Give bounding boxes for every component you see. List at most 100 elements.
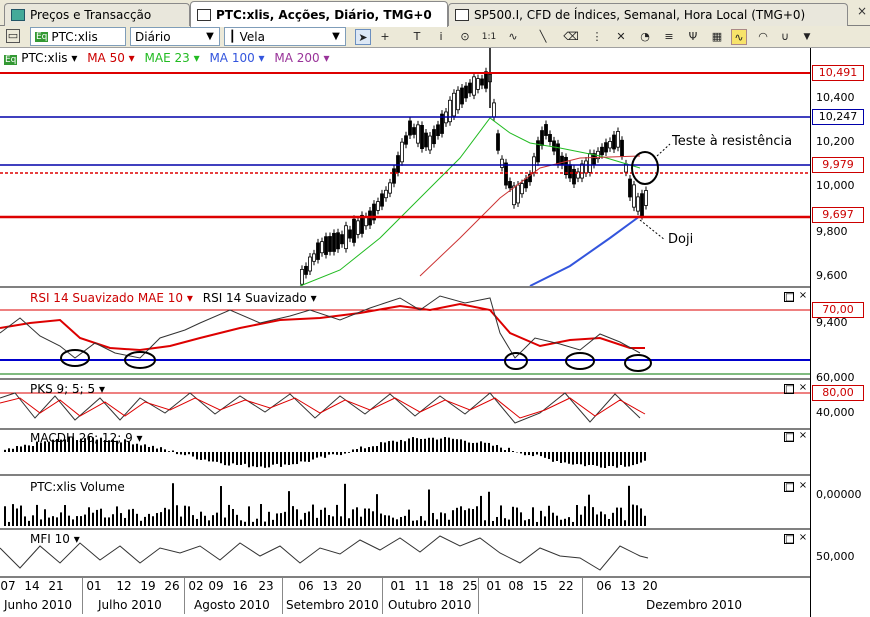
legend-symbol[interactable]: PTC:xlis [21,51,67,65]
symbol-selector[interactable]: Eq PTC:xlis [30,27,126,46]
line-tool-icon[interactable]: ╲ [535,29,551,45]
period-value: Diário [135,29,171,44]
volume-bar [364,508,366,526]
month-divider [184,578,185,614]
volume-bar [300,519,302,526]
legend-macd[interactable]: MACDH 26; 12; 9 [30,431,133,445]
cursor-icon[interactable]: ➤ [355,29,371,45]
one-to-one-icon[interactable]: 1:1 [481,29,497,45]
text-tool-icon[interactable]: T [409,29,425,45]
maximize-panel-icon[interactable]: □ [784,384,794,395]
volume-bar [344,483,346,526]
candle [316,238,320,264]
equity-icon: Eq [35,31,49,42]
wave-icon[interactable]: ◠ [755,29,771,45]
close-panel-icon[interactable]: × [798,383,808,393]
close-panel-icon[interactable]: × [798,533,808,543]
macd-bar [452,438,454,452]
macd-bar [32,446,34,452]
y-axis-column[interactable] [810,48,870,617]
tab-ptc-chart[interactable]: PTC:xlis, Acções, Diário, TMG+0 [190,1,448,27]
volume-bar [528,519,530,526]
maximize-panel-icon[interactable]: □ [784,292,794,303]
volume-bar [16,508,18,526]
candle [420,121,424,153]
magnet-icon[interactable]: ∪ [777,29,793,45]
macd-bar [148,446,150,452]
tab-precos-transaccao[interactable]: Preços e Transacção [4,3,190,26]
eraser-icon[interactable]: ⌫ [563,29,579,45]
volume-bar [500,505,502,526]
macd-bar [132,444,134,452]
macd-bar [444,437,446,452]
pitchfork-icon[interactable]: Ψ [685,29,701,45]
chart-style-select[interactable]: ┃ Vela ▼ [224,27,346,46]
close-window-icon[interactable]: × [856,4,868,20]
panel-divider[interactable] [0,378,810,380]
macd-bar [344,452,346,454]
legend-mae23[interactable]: MAE 23 [145,51,190,65]
volume-bar [636,505,638,526]
volume-bar [504,518,506,526]
macd-bar [368,447,370,452]
panel-divider[interactable] [0,528,810,530]
volume-bar [224,517,226,526]
period-select[interactable]: Diário ▼ [130,27,220,46]
equity-icon: Eq [4,55,18,65]
macd-bar [296,452,298,465]
legend-mfi[interactable]: MFI 10 [30,532,70,546]
macd-bar [220,452,222,464]
legend-volume[interactable]: PTC:xlis Volume [30,480,125,494]
legend-rsi[interactable]: RSI 14 Suavizado [203,291,307,305]
close-panel-icon[interactable]: × [798,481,808,491]
volume-bar [384,515,386,526]
info-icon[interactable]: i [433,29,449,45]
panel-divider[interactable] [0,474,810,476]
volume-bar [4,506,6,526]
tab-sp500-chart[interactable]: SP500.I, CFD de Índices, Semanal, Hora L… [448,3,848,26]
panel-divider[interactable] [0,428,810,430]
macd-bar [24,444,26,452]
maximize-panel-icon[interactable]: □ [784,432,794,443]
volume-bar [420,516,422,526]
macd-bar [476,442,478,452]
maximize-panel-icon[interactable]: □ [784,482,794,493]
macd-bar [384,442,386,452]
highlight-icon[interactable]: ∿ [731,29,747,45]
volume-bar [436,519,438,526]
legend-ma50[interactable]: MA 50 [87,51,125,65]
y-tick: 60,000 [816,371,855,384]
macd-bar [216,452,218,462]
candle [452,89,456,120]
zoom-icon[interactable]: ⊙ [457,29,473,45]
fibonacci-icon[interactable]: ⋮ [589,29,605,45]
volume-bar [288,491,290,526]
date-tick: 18 [438,579,454,593]
maximize-panel-icon[interactable]: □ [784,534,794,545]
macd-bar [376,446,378,452]
candle [456,86,460,114]
cycle-icon[interactable]: ◔ [637,29,653,45]
macd-bar [600,452,602,468]
date-tick: 06 [298,579,314,593]
window-icon[interactable]: ▭ [6,29,20,43]
legend-ma100[interactable]: MA 100 [209,51,254,65]
pattern-icon[interactable]: ▦ [709,29,725,45]
close-panel-icon[interactable]: × [798,431,808,441]
oscillator-icon[interactable]: ∿ [505,29,521,45]
month-divider [82,578,83,614]
volume-bar [536,521,538,526]
legend-ma200[interactable]: MA 200 [274,51,319,65]
macd-bar [432,437,434,452]
panel-divider[interactable] [0,286,810,288]
close-panel-icon[interactable]: × [798,291,808,301]
channel-icon[interactable]: ≡ [661,29,677,45]
crosshair-icon[interactable]: + [377,29,393,45]
gann-icon[interactable]: ✕ [613,29,629,45]
toolbar-dropdown-icon[interactable]: ▼ [799,29,815,45]
legend-rsi-mae[interactable]: RSI 14 Suavizado MAE 10 [30,291,183,305]
volume-bar [332,516,334,526]
candle [332,229,336,256]
legend-pks[interactable]: PKS 9; 5; 5 [30,382,95,396]
y-tick: 9,800 [816,225,848,238]
